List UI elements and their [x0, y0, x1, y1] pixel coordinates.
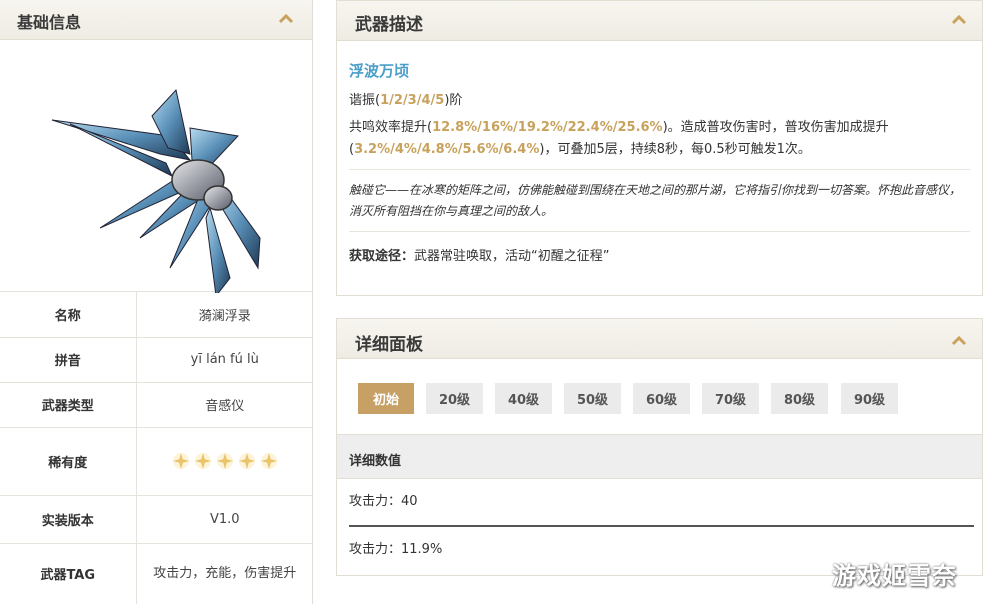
row-key: 稀有度: [0, 427, 137, 496]
table-row: 武器TAG 攻击力，充能，伤害提升: [0, 543, 313, 604]
tab-level-50[interactable]: 50级: [564, 383, 621, 414]
weapon-tag-value: 攻击力，充能，伤害提升: [136, 543, 313, 604]
rarity-stars: [137, 451, 314, 471]
weapon-skill-name: 浮波万顷: [349, 62, 410, 80]
watermark: 游戏姬雪奈: [832, 562, 957, 590]
refine-suffix: )阶: [444, 93, 463, 108]
weapon-image: [0, 40, 312, 293]
right-column: 武器描述 浮波万顷 谐振(1/2/3/4/5)阶 共鸣效率提升(12.8%/16…: [336, 0, 983, 576]
flavor-text: 触碰它——在冰寒的矩阵之间，仿佛能触碰到围绕在天地之间的那片湖，它将指引你找到一…: [349, 170, 970, 232]
table-row: 武器类型 音感仪: [0, 382, 313, 428]
tab-level-20[interactable]: 20级: [426, 383, 483, 414]
chevron-up-icon[interactable]: [951, 13, 967, 25]
stats-section: 详细数值 攻击力：40 攻击力：11.9%: [337, 435, 982, 573]
stat-base-attack: 攻击力：40: [349, 494, 418, 509]
table-row: 实装版本 V1.0: [0, 495, 313, 544]
table-row: 拼音 yī lán fú lù: [0, 337, 313, 383]
star-icon: [238, 453, 255, 469]
pinyin-value: yī lán fú lù: [136, 337, 313, 383]
basic-info-header: 基础信息: [0, 0, 312, 40]
weapon-name-value: 漪澜浮录: [136, 292, 313, 338]
basic-info-table: 名称 漪澜浮录 拼音 yī lán fú lù 武器类型 音感仪 稀有度 实装版…: [0, 292, 313, 604]
row-key: 实装版本: [0, 495, 137, 544]
row-key: 名称: [0, 292, 137, 338]
tab-level-initial[interactable]: 初始: [358, 383, 414, 414]
tab-level-40[interactable]: 40级: [495, 383, 552, 414]
star-icon: [260, 453, 277, 469]
effect-value: 3.2%/4%/4.8%/5.6%/6.4%: [354, 142, 540, 157]
table-row: 名称 漪澜浮录: [0, 292, 313, 338]
detail-panel: 详细面板 初始 20级 40级 50级 60级 70级 80级 90级 详细数值…: [336, 318, 983, 576]
basic-info-title: 基础信息: [17, 13, 82, 32]
refine-levels: 1/2/3/4/5: [380, 93, 445, 108]
obtain-label: 获取途径：: [349, 249, 415, 264]
basic-info-panel: 基础信息 名称 漪澜浮录 拼音 yī lán fú lù 武器类型 音感仪 稀有…: [0, 0, 313, 604]
chevron-up-icon[interactable]: [278, 12, 294, 24]
effect-value: 12.8%/16%/19.2%/22.4%/25.6%: [432, 120, 663, 135]
obtain-value: 武器常驻唤取，活动“初醒之征程”: [414, 249, 610, 264]
tab-level-80[interactable]: 80级: [771, 383, 828, 414]
star-icon: [194, 453, 211, 469]
refine-line: 谐振(1/2/3/4/5)阶: [349, 89, 970, 117]
level-tabs: 初始 20级 40级 50级 60级 70级 80级 90级: [337, 319, 982, 435]
refine-prefix: 谐振(: [349, 93, 381, 108]
tab-level-90[interactable]: 90级: [841, 383, 898, 414]
weapon-effect-text: 共鸣效率提升(12.8%/16%/19.2%/22.4%/25.6%)。造成普攻…: [349, 117, 970, 170]
weapon-description-panel: 武器描述 浮波万顷 谐振(1/2/3/4/5)阶 共鸣效率提升(12.8%/16…: [336, 0, 983, 296]
row-key: 武器TAG: [0, 543, 137, 604]
rarity-value: [136, 427, 314, 496]
effect-text: 共鸣效率提升(: [349, 120, 433, 135]
tab-level-60[interactable]: 60级: [633, 383, 690, 414]
row-key: 武器类型: [0, 382, 137, 428]
obtain-method: 获取途径：武器常驻唤取，活动“初醒之征程”: [349, 232, 970, 278]
version-value: V1.0: [136, 495, 313, 544]
star-icon: [172, 453, 189, 469]
effect-text: )，可叠加5层，持续8秒，每0.5秒可触发1次。: [539, 142, 811, 157]
stats-header: 详细数值: [337, 435, 982, 479]
tab-level-70[interactable]: 70级: [702, 383, 759, 414]
star-icon: [216, 453, 233, 469]
table-row: 稀有度: [0, 427, 314, 496]
description-header: 武器描述: [337, 1, 982, 41]
weapon-type-value: 音感仪: [136, 382, 313, 428]
row-key: 拼音: [0, 337, 137, 383]
description-title: 武器描述: [355, 15, 423, 35]
